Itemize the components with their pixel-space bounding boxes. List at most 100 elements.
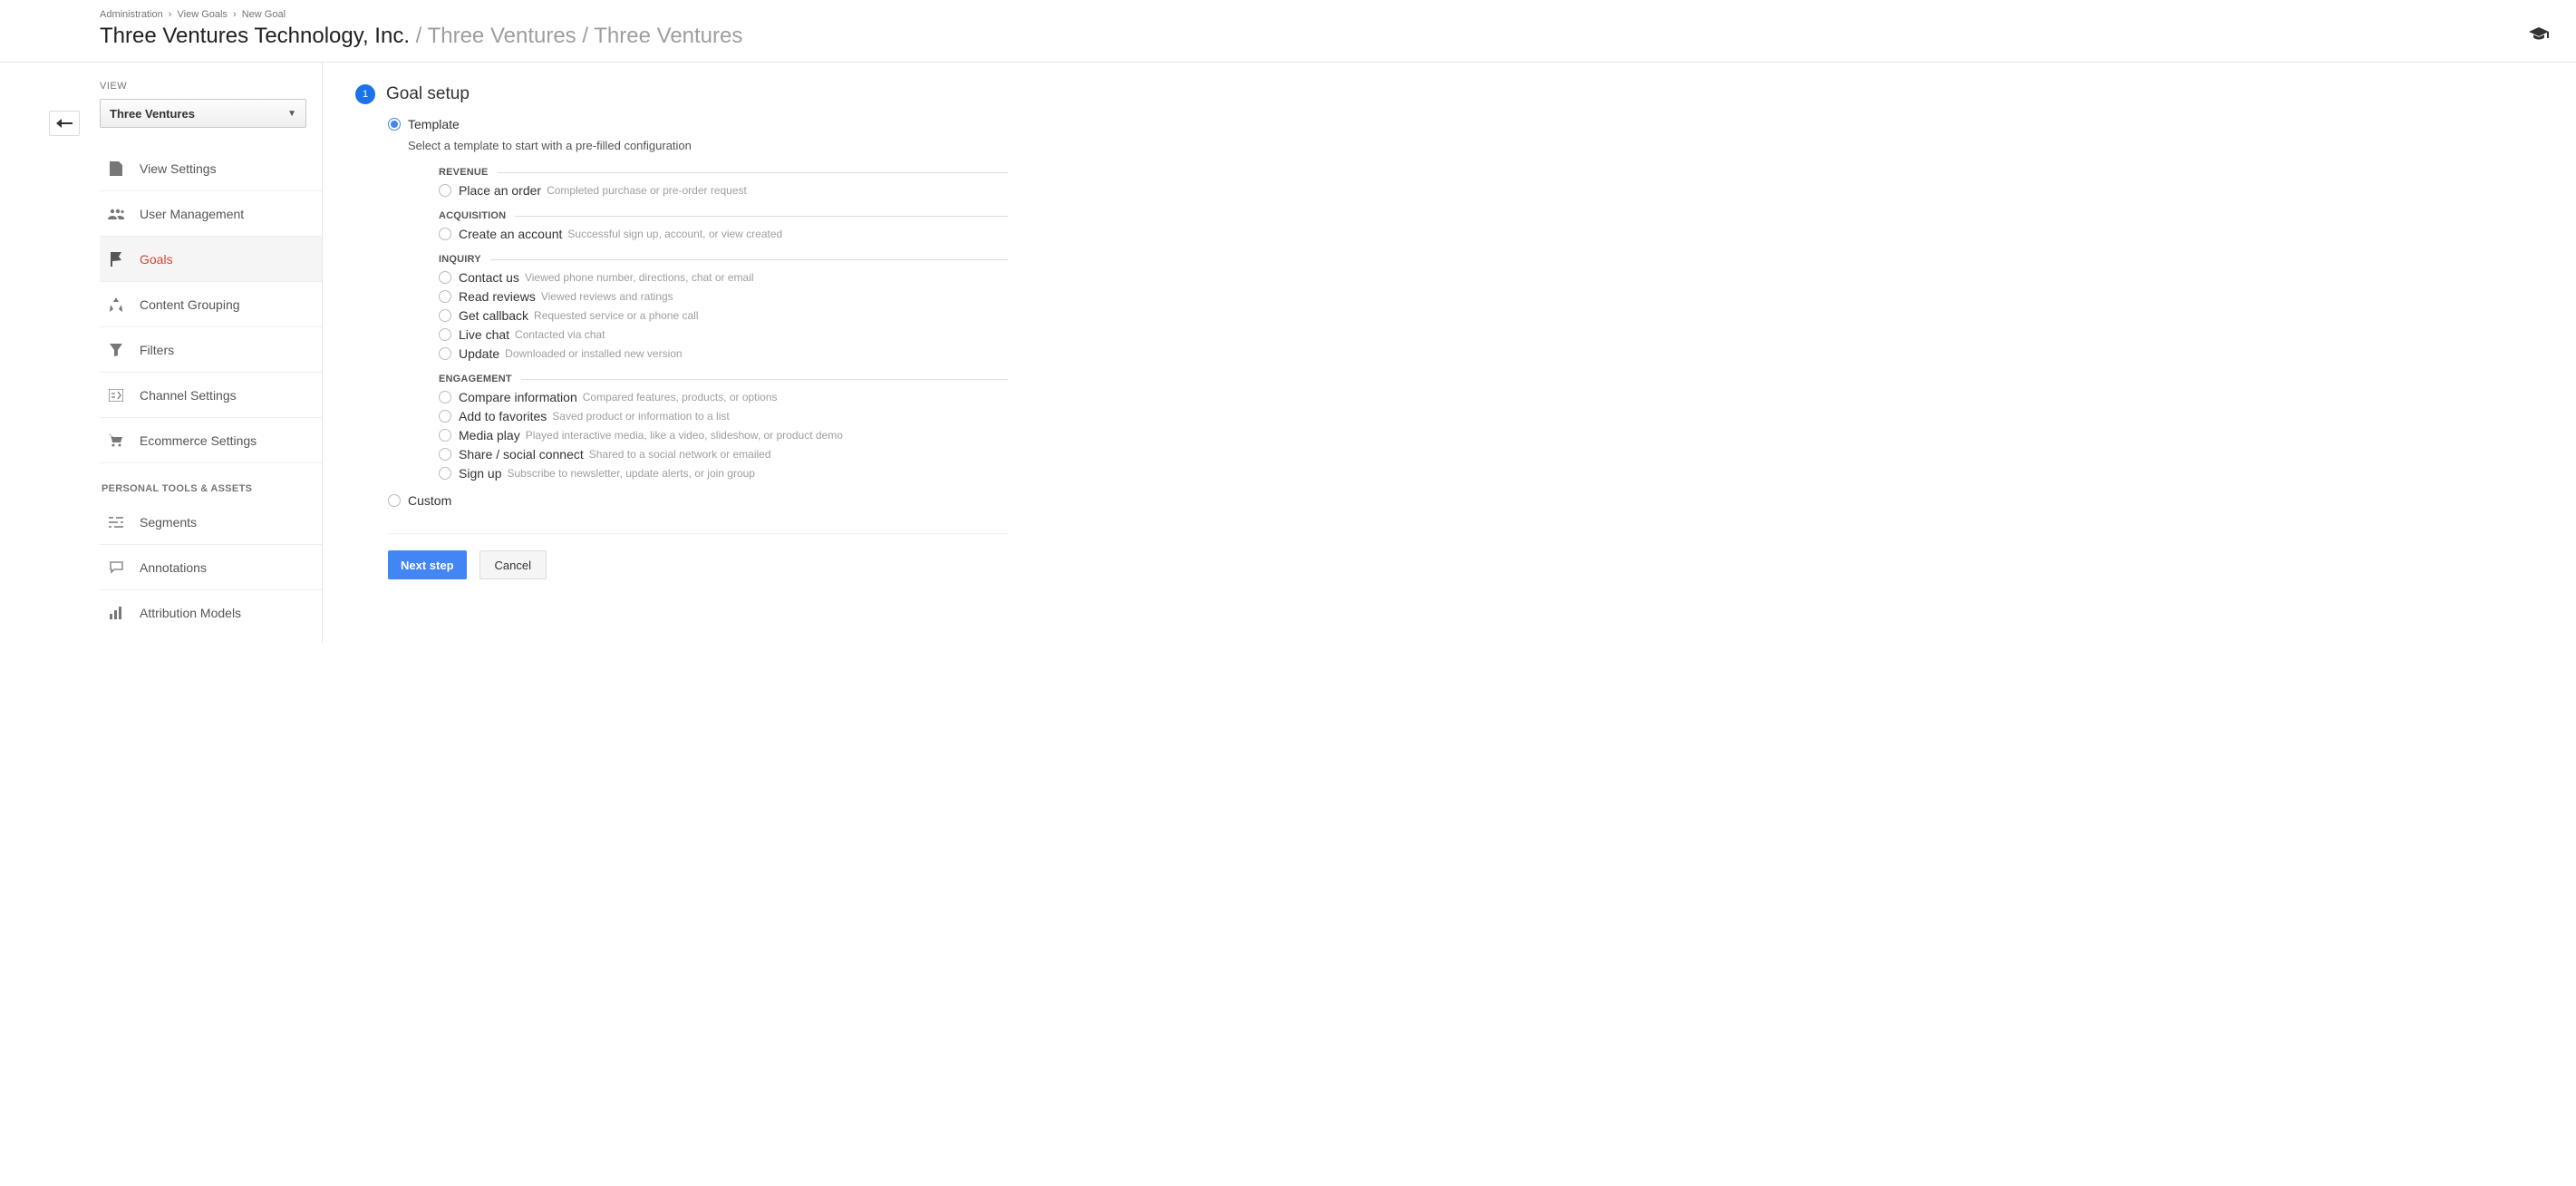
option-description: Successful sign up, account, or view cre… [567, 228, 782, 240]
option-radio[interactable] [439, 448, 451, 461]
template-option[interactable]: Media play Played interactive media, like… [439, 428, 1008, 442]
custom-radio-label[interactable]: Custom [408, 493, 451, 508]
group-label: INQUIRY [439, 254, 481, 265]
back-button[interactable] [49, 111, 80, 136]
template-option[interactable]: Sign up Subscribe to newsletter, update a… [439, 466, 1008, 481]
option-name[interactable]: Place an order [459, 183, 541, 198]
main-panel: 1 Goal setup Template Select a template … [323, 63, 2576, 643]
option-radio[interactable] [439, 391, 451, 403]
option-radio[interactable] [439, 184, 451, 197]
option-radio[interactable] [439, 429, 451, 442]
sidebar-item-attribution-models[interactable]: Attribution Models [100, 590, 322, 636]
option-name[interactable]: Contact us [459, 270, 519, 285]
option-name[interactable]: Get callback [459, 308, 528, 323]
view-label: VIEW [100, 81, 322, 92]
template-radio[interactable] [388, 118, 401, 131]
step-title: Goal setup [386, 84, 470, 104]
option-name[interactable]: Share / social connect [459, 447, 584, 462]
education-icon[interactable] [2529, 27, 2549, 44]
option-radio[interactable] [439, 290, 451, 303]
comment-icon [107, 561, 125, 574]
step-header: 1 Goal setup [355, 84, 2576, 104]
template-help-text: Select a template to start with a pre-fi… [408, 139, 1008, 152]
cart-icon [107, 434, 125, 447]
option-radio[interactable] [439, 309, 451, 322]
option-name[interactable]: Update [459, 346, 499, 361]
next-step-button[interactable]: Next step [388, 550, 467, 579]
sidebar-item-user-management[interactable]: User Management [100, 191, 322, 237]
template-group: REVENUE Place an order Completed purchase … [439, 167, 1008, 198]
sidebar-item-ecommerce-settings[interactable]: Ecommerce Settings [100, 418, 322, 463]
option-radio[interactable] [439, 467, 451, 480]
divider [388, 533, 1008, 534]
option-description: Subscribe to newsletter, update alerts, … [507, 467, 755, 480]
bars-icon [107, 607, 125, 619]
option-description: Played interactive media, like a video, … [526, 429, 843, 442]
option-description: Saved product or information to a list [552, 410, 729, 423]
sidebar-nav: View Settings User Management Goals Cont… [100, 146, 322, 636]
button-row: Next step Cancel [388, 550, 1008, 579]
view-dropdown[interactable]: Three Ventures ▼ [100, 99, 306, 128]
breadcrumb-new-goal: New Goal [242, 9, 286, 20]
template-option[interactable]: Compare information Compared features, pr… [439, 390, 1008, 404]
chevron-down-icon: ▼ [287, 109, 296, 119]
breadcrumb: Administration › View Goals › New Goal [100, 9, 2576, 20]
group-label: REVENUE [439, 167, 489, 178]
template-group: ENGAGEMENT Compare information Compared fe… [439, 374, 1008, 481]
option-description: Viewed phone number, directions, chat or… [525, 271, 754, 284]
option-description: Requested service or a phone call [534, 309, 698, 322]
goal-setup-form: Template Select a template to start with… [355, 117, 1008, 579]
option-name[interactable]: Sign up [459, 466, 501, 481]
page-header: Administration › View Goals › New Goal T… [0, 0, 2576, 63]
sidebar-item-channel-settings[interactable]: Channel Settings [100, 373, 322, 418]
custom-radio-row[interactable]: Custom [388, 493, 1008, 508]
grouping-icon [107, 297, 125, 312]
template-radio-label[interactable]: Template [408, 117, 460, 131]
custom-radio[interactable] [388, 494, 401, 507]
template-option[interactable]: Share / social connectShared to a social… [439, 447, 1008, 462]
option-name[interactable]: Live chat [459, 327, 509, 342]
breadcrumb-admin[interactable]: Administration [100, 9, 163, 20]
option-name[interactable]: Media play [459, 428, 520, 442]
page-icon [107, 161, 125, 176]
option-name[interactable]: Compare information [459, 390, 577, 404]
option-radio[interactable] [439, 271, 451, 284]
template-group: ACQUISITION Create an account Successful s… [439, 210, 1008, 241]
template-option[interactable]: Get callback Requested service or a phone… [439, 308, 1008, 323]
template-option[interactable]: Read reviews Viewed reviews and ratings [439, 289, 1008, 304]
sidebar-item-filters[interactable]: Filters [100, 327, 322, 373]
sidebar-item-goals[interactable]: Goals [100, 237, 322, 282]
option-radio[interactable] [439, 347, 451, 360]
option-name[interactable]: Create an account [459, 227, 562, 241]
option-radio[interactable] [439, 328, 451, 341]
segments-icon [107, 516, 125, 529]
template-option[interactable]: Place an order Completed purchase or pre-… [439, 183, 1008, 198]
template-option[interactable]: Live chatContacted via chat [439, 327, 1008, 342]
sidebar-item-segments[interactable]: Segments [100, 500, 322, 545]
template-radio-row[interactable]: Template [388, 117, 1008, 131]
sidebar-item-annotations[interactable]: Annotations [100, 545, 322, 590]
option-name[interactable]: Read reviews [459, 289, 536, 304]
sidebar: VIEW Three Ventures ▼ View Settings User… [100, 63, 323, 643]
template-option[interactable]: Create an account Successful sign up, acc… [439, 227, 1008, 241]
template-option[interactable]: Contact us Viewed phone number, direction… [439, 270, 1008, 285]
template-option[interactable]: Update Downloaded or installed new versio… [439, 346, 1008, 361]
sidebar-item-view-settings[interactable]: View Settings [100, 146, 322, 191]
sidebar-item-content-grouping[interactable]: Content Grouping [100, 282, 322, 327]
option-description: Compared features, products, or options [583, 391, 778, 403]
step-number-badge: 1 [355, 84, 375, 104]
template-group: INQUIRY Contact us Viewed phone number, di… [439, 254, 1008, 361]
flag-icon [107, 252, 125, 267]
group-label: ENGAGEMENT [439, 374, 512, 384]
option-radio[interactable] [439, 410, 451, 423]
template-option[interactable]: Add to favorites Saved product or informa… [439, 409, 1008, 423]
option-name[interactable]: Add to favorites [459, 409, 547, 423]
group-label: ACQUISITION [439, 210, 506, 221]
option-radio[interactable] [439, 228, 451, 240]
option-description: Viewed reviews and ratings [541, 290, 673, 303]
page-title: Three Ventures Technology, Inc. / Three … [100, 24, 2576, 49]
option-description: Completed purchase or pre-order request [547, 184, 747, 197]
breadcrumb-view-goals[interactable]: View Goals [178, 9, 228, 20]
cancel-button[interactable]: Cancel [479, 550, 547, 579]
option-description: Downloaded or installed new version [505, 347, 682, 360]
